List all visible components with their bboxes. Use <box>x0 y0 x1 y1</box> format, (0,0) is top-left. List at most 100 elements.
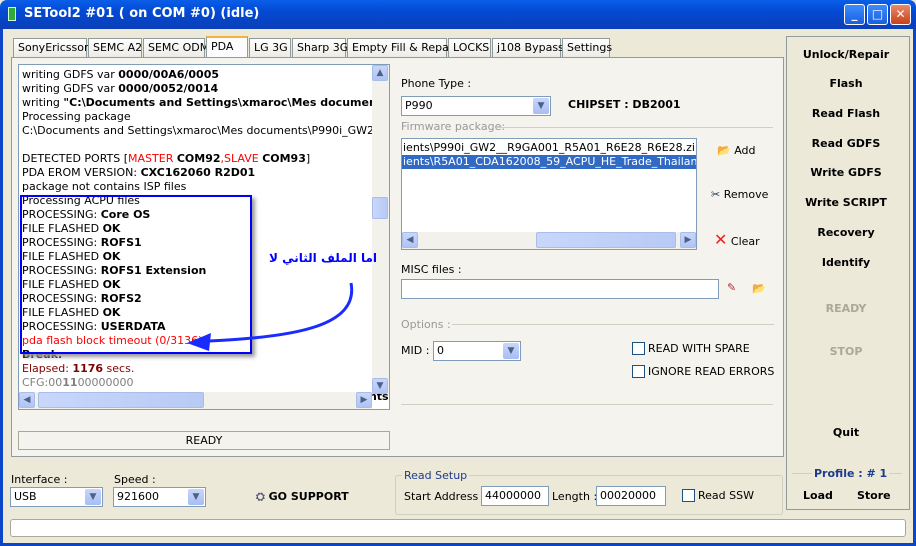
tab-j108-bypass[interactable]: j108 Bypass <box>492 38 564 57</box>
write-script-button[interactable]: Write SCRIPT <box>786 196 906 209</box>
maximize-button[interactable]: □ <box>867 4 888 25</box>
log-segment: ] <box>305 152 311 165</box>
support-icon: ⛭ <box>256 490 265 503</box>
horizontal-scrollbar[interactable]: ◀ ▶ <box>19 392 372 409</box>
write-gdfs-button[interactable]: Write GDFS <box>786 166 906 179</box>
scroll-up-button[interactable]: ▲ <box>372 65 388 81</box>
log-segment: DETECTED PORTS [ <box>22 152 129 165</box>
log-segment: writing GDFS var <box>22 82 119 95</box>
ignore-read-errors-checkbox[interactable] <box>632 365 645 378</box>
firmware-list-item[interactable]: ients\P990i_GW2__R9GA001_R5A01_R6E28_R6E… <box>402 141 696 155</box>
tab-empty-fill-repair[interactable]: Empty Fill & Repair <box>347 38 456 57</box>
go-support-button[interactable]: ⛭ GO SUPPORT <box>256 490 349 504</box>
add-button[interactable]: 📂 Add <box>717 144 756 157</box>
read-with-spare-checkbox[interactable] <box>632 342 645 355</box>
tab-semc-a2[interactable]: SEMC A2 <box>88 38 142 57</box>
speed-select[interactable]: 921600 ▼ <box>113 487 206 507</box>
chevron-down-icon[interactable]: ▼ <box>503 343 519 359</box>
misc-files-input[interactable] <box>401 279 719 299</box>
pen-icon[interactable]: ✎ <box>727 281 736 294</box>
log-segment: Elapsed: <box>22 362 73 375</box>
read-gdfs-button[interactable]: Read GDFS <box>786 137 906 150</box>
profile-label: Profile : # 1 <box>812 467 890 480</box>
tab-sharp-3g[interactable]: Sharp 3G <box>292 38 348 57</box>
x-icon: ✕ <box>714 230 728 249</box>
scroll-right-button[interactable]: ▶ <box>356 392 372 408</box>
log-segment: secs. <box>103 362 135 375</box>
interface-label: Interface : <box>11 473 68 486</box>
identify-button[interactable]: Identify <box>786 256 906 269</box>
log-output[interactable]: writing GDFS var 0000/00A6/0005 writing G… <box>18 64 390 410</box>
ignore-read-errors-label: IGNORE READ ERRORS <box>648 365 775 378</box>
read-flash-button[interactable]: Read Flash <box>786 107 906 120</box>
speed-label: Speed : <box>114 473 156 486</box>
start-address-label: Start Address : <box>404 490 486 503</box>
log-segment: CXC162060 R2D01 <box>140 166 256 179</box>
read-ssw-checkbox[interactable] <box>682 489 695 502</box>
phone-type-value: P990 <box>405 99 433 112</box>
tab-sonyericsson[interactable]: SonyEricsson <box>13 38 91 57</box>
chevron-down-icon[interactable]: ▼ <box>85 489 101 505</box>
firmware-list[interactable]: ients\P990i_GW2__R9GA001_R5A01_R6E28_R6E… <box>401 138 697 250</box>
log-segment: COM93 <box>262 152 306 165</box>
vertical-scrollbar[interactable]: ▲ ▼ <box>372 65 389 394</box>
load-button[interactable]: Load <box>803 489 833 502</box>
flash-button[interactable]: Flash <box>786 77 906 90</box>
log-segment: "C:\Documents and Settings\xmaroc\Mes do… <box>63 96 390 109</box>
length-input[interactable]: 00020000 <box>596 486 666 506</box>
tab-locks[interactable]: LOCKS <box>448 38 491 57</box>
chevron-down-icon[interactable]: ▼ <box>188 489 204 505</box>
tab-semc-odm[interactable]: SEMC ODM <box>143 38 209 57</box>
length-label: Length : <box>552 490 598 503</box>
progress-bar <box>10 519 906 537</box>
log-segment: 0000/0052/0014 <box>118 82 219 95</box>
scroll-down-button[interactable]: ▼ <box>372 378 388 394</box>
folder-icon[interactable]: 📂 <box>752 282 766 295</box>
log-line: CFG:001100000000 <box>22 376 389 390</box>
options-label: Options : <box>401 318 451 331</box>
scroll-thumb[interactable] <box>536 232 676 248</box>
quit-button[interactable]: Quit <box>786 426 906 439</box>
phone-type-select[interactable]: P990 ▼ <box>401 96 551 116</box>
tab-settings[interactable]: Settings <box>562 38 612 57</box>
chevron-down-icon[interactable]: ▼ <box>533 98 549 114</box>
log-segment: 00000000 <box>77 376 134 389</box>
log-line: PDA EROM VERSION: CXC162060 R2D01 <box>22 166 389 180</box>
interface-value: USB <box>14 490 37 503</box>
tab-pda[interactable]: PDA <box>206 36 248 58</box>
scroll-left-button[interactable]: ◀ <box>19 392 35 408</box>
status-bar: READY <box>18 431 390 450</box>
store-button[interactable]: Store <box>857 489 891 502</box>
scroll-thumb[interactable] <box>372 197 388 219</box>
scissors-icon: ✂ <box>711 188 721 201</box>
log-segment: CFG:00 <box>22 376 63 389</box>
remove-button[interactable]: ✂ Remove <box>711 188 768 201</box>
stop-button[interactable]: STOP <box>786 345 906 358</box>
clear-button[interactable]: ✕ Clear <box>714 230 760 249</box>
log-segment: ,SLAVE <box>220 152 263 165</box>
annotation-text: اما الملف الثاني لا <box>269 251 378 265</box>
scroll-right-button[interactable]: ▶ <box>680 232 696 248</box>
divider <box>401 404 773 405</box>
folder-icon: 📂 <box>717 144 731 157</box>
recovery-button[interactable]: Recovery <box>786 226 906 239</box>
horizontal-scrollbar[interactable]: ◀ ▶ <box>402 232 696 249</box>
close-button[interactable]: ✕ <box>890 4 911 25</box>
minimize-button[interactable]: _ <box>844 4 865 25</box>
log-segment: Processing package <box>22 110 131 123</box>
start-address-input[interactable]: 44000000 <box>481 486 549 506</box>
interface-select[interactable]: USB ▼ <box>10 487 103 507</box>
scroll-left-button[interactable]: ◀ <box>402 232 418 248</box>
log-segment: PDA EROM VERSION: <box>22 166 141 179</box>
log-line: package not contains ISP files <box>22 180 389 194</box>
misc-label: MISC files : <box>401 263 462 276</box>
read-ssw-label: Read SSW <box>698 489 754 502</box>
mid-select[interactable]: 0 ▼ <box>433 341 521 361</box>
unlock-repair-button[interactable]: Unlock/Repair <box>786 48 906 61</box>
tab-lg-3g[interactable]: LG 3G <box>249 38 291 57</box>
firmware-list-item[interactable]: ients\R5A01_CDA162008_59_ACPU_HE_Trade_T… <box>402 155 696 169</box>
speed-value: 921600 <box>117 490 159 503</box>
scroll-thumb[interactable] <box>38 392 204 408</box>
ready-button[interactable]: READY <box>786 302 906 315</box>
firmware-label: Firmware package: <box>401 120 506 133</box>
